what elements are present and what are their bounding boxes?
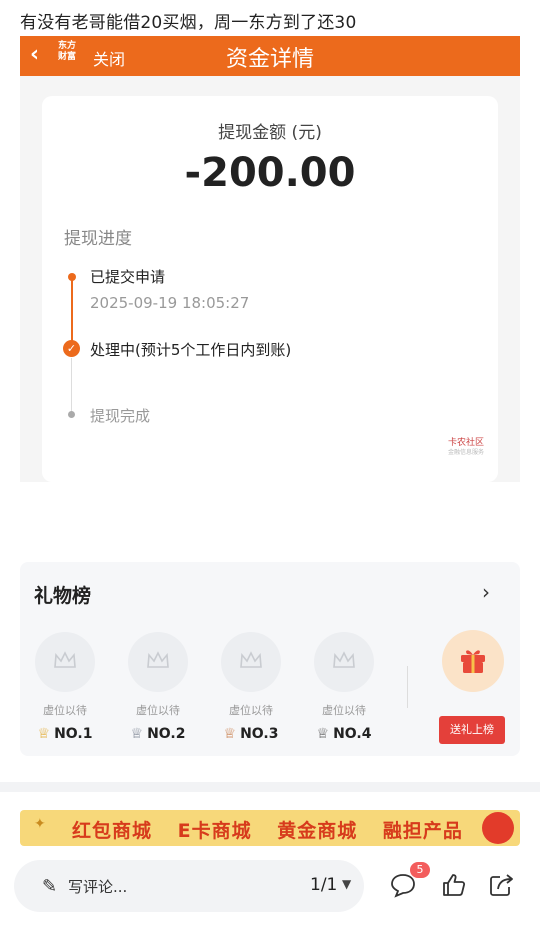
post-title: 有没有老哥能借20买烟，周一东方到了还30 xyxy=(20,13,357,33)
step-complete: 提现完成 xyxy=(90,407,151,425)
banner-item[interactable]: 红包商城 xyxy=(72,820,152,842)
gift-slot-4[interactable]: 虚位以待 ♕ NO.4 xyxy=(313,632,375,742)
promo-banner[interactable]: ✦ 红包商城 E卡商城 黄金商城 融担产品 xyxy=(20,810,520,846)
amount-label: 提现金额 (元) xyxy=(218,123,322,143)
slot-rank: ♕ NO.3 xyxy=(223,726,279,742)
crown-badge-icon: ♕ xyxy=(316,726,330,742)
page-indicator[interactable]: 1/1 xyxy=(310,875,337,895)
slot-rank: ♕ NO.2 xyxy=(130,726,186,742)
crown-badge-icon: ♕ xyxy=(223,726,237,742)
banner-item[interactable]: 黄金商城 xyxy=(277,820,357,842)
slot-rank: ♕ NO.1 xyxy=(37,726,93,742)
comment-count-badge: 5 xyxy=(410,862,430,878)
step-dot-done xyxy=(68,273,76,281)
fund-detail-card: 提现金额 (元) -200.00 提现进度 ✓ 已提交申请 2025-09-19… xyxy=(42,96,498,482)
gift-slot-1[interactable]: 虚位以待 ♕ NO.1 xyxy=(34,632,96,742)
gift-slot-2[interactable]: 虚位以待 ♕ NO.2 xyxy=(127,632,189,742)
progress-title: 提现进度 xyxy=(64,229,132,249)
gift-board: 礼物榜 › 虚位以待 ♕ NO.1 虚位以待 ♕ NO.2 虚位以待 ♕ NO.3 虚… xyxy=(20,562,520,756)
step-submitted-time: 2025-09-19 18:05:27 xyxy=(90,294,250,312)
slot-placeholder: 虚位以待 xyxy=(43,704,87,717)
share-icon[interactable] xyxy=(488,872,516,898)
amount-value: -200.00 xyxy=(184,150,356,196)
send-gift-button[interactable]: 送礼上榜 xyxy=(439,716,505,744)
gift-slot-3[interactable]: 虚位以待 ♕ NO.3 xyxy=(220,632,282,742)
step-dot-pending xyxy=(68,411,75,418)
progress-line-pending xyxy=(71,358,72,414)
slot-rank: ♕ NO.4 xyxy=(316,726,372,742)
like-icon[interactable] xyxy=(441,872,467,898)
shot-nav-bar: ‹ 东方财富 关闭 资金详情 xyxy=(20,36,520,76)
attached-screenshot[interactable]: ‹ 东方财富 关闭 资金详情 提现金额 (元) -200.00 提现进度 ✓ 已… xyxy=(20,36,520,482)
pen-icon: ✎ xyxy=(42,876,58,897)
crown-icon xyxy=(314,632,374,692)
progress-line-done xyxy=(71,280,73,346)
slot-placeholder: 虚位以待 xyxy=(136,704,180,717)
comment-placeholder: 写评论... xyxy=(68,878,128,896)
sparkle-icon: ✦ xyxy=(34,816,46,832)
bottom-bar: ✎ 写评论... 1/1 ▼ 5 xyxy=(0,846,540,928)
shot-title: 资金详情 xyxy=(225,47,314,72)
crown-icon xyxy=(128,632,188,692)
watermark: 卡农社区 金融信息服务 xyxy=(447,438,484,456)
comment-input[interactable]: ✎ 写评论... 1/1 ▼ xyxy=(14,860,364,912)
step-processing: 处理中(预计5个工作日内到账) xyxy=(90,341,292,359)
crown-badge-icon: ♕ xyxy=(130,726,144,742)
slot-placeholder: 虚位以待 xyxy=(229,704,273,717)
slot-placeholder: 虚位以待 xyxy=(322,704,366,717)
crown-icon xyxy=(221,632,281,692)
crown-badge-icon: ♕ xyxy=(37,726,51,742)
banner-item[interactable]: E卡商城 xyxy=(178,820,252,842)
gift-board-title: 礼物榜 xyxy=(34,585,92,607)
section-separator xyxy=(0,782,540,792)
red-packet-icon xyxy=(482,812,514,844)
divider xyxy=(407,666,408,708)
check-icon: ✓ xyxy=(63,340,80,357)
chevron-right-icon[interactable]: › xyxy=(482,580,490,604)
crown-icon xyxy=(35,632,95,692)
banner-item[interactable]: 融担产品 xyxy=(383,820,463,842)
step-submitted: 已提交申请 xyxy=(90,268,166,286)
banner-items: 红包商城 E卡商城 黄金商城 融担产品 xyxy=(72,816,481,843)
gift-box-icon[interactable] xyxy=(442,630,504,692)
caret-down-icon[interactable]: ▼ xyxy=(342,877,351,891)
